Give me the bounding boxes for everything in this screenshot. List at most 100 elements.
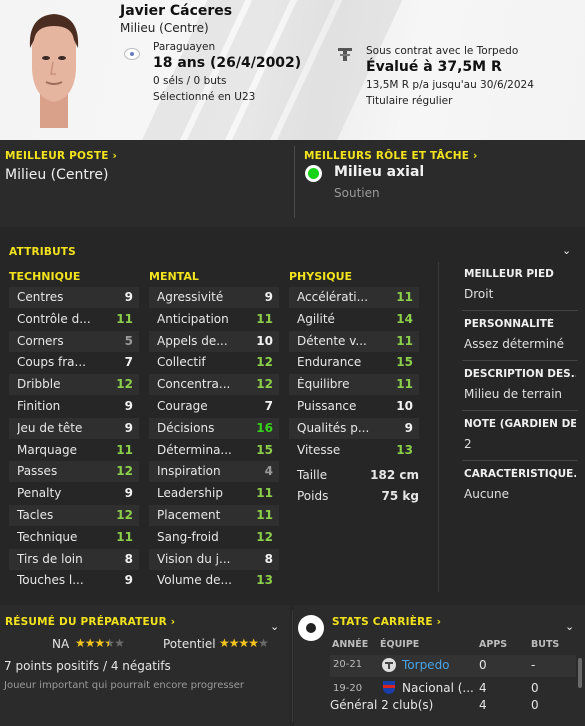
attribute-row[interactable]: Décisions 16 bbox=[149, 417, 279, 439]
career-total-goals: 0 bbox=[531, 698, 539, 712]
attribute-row[interactable]: Contrôle d... 11 bbox=[9, 309, 139, 330]
attribute-row[interactable]: Volume de... 13 bbox=[149, 570, 279, 591]
attribute-row[interactable]: Endurance 15 bbox=[289, 352, 419, 373]
attribute-row[interactable]: Sang-froid 12 bbox=[149, 527, 279, 548]
chevron-down-icon[interactable]: ⌄ bbox=[562, 244, 571, 257]
attribute-label: Équilibre bbox=[297, 377, 350, 392]
attribute-label: Coups fra... bbox=[17, 355, 86, 370]
report-note: Joueur important qui pourrait encore pro… bbox=[4, 680, 245, 691]
career-goals-header: BUTS bbox=[531, 639, 560, 650]
attribute-label: Touches l... bbox=[17, 573, 84, 588]
coach-report-title[interactable]: RÉSUMÉ DU PRÉPARATEUR › bbox=[5, 616, 175, 628]
attribute-row[interactable]: Inspiration 4 bbox=[149, 461, 279, 483]
current-ability-stars: ★★★★★ bbox=[75, 636, 125, 650]
torpedo-club-icon[interactable] bbox=[336, 46, 354, 64]
attribute-row[interactable]: Vitesse 13 bbox=[289, 440, 419, 461]
attribute-value: 12 bbox=[256, 529, 273, 544]
attribute-value: 9 bbox=[124, 420, 133, 435]
attribute-label: Centres bbox=[17, 290, 64, 304]
career-club-header: ÉQUIPE bbox=[380, 639, 420, 650]
chevron-right-icon: › bbox=[170, 616, 176, 628]
height-label: Taille bbox=[297, 468, 328, 482]
attribute-row[interactable]: Concentra... 12 bbox=[149, 374, 279, 396]
player-portrait bbox=[29, 14, 79, 128]
info-value: Aucune bbox=[464, 487, 510, 501]
attribute-row[interactable]: Détermina... 15 bbox=[149, 440, 279, 461]
attribute-label: Détente v... bbox=[297, 333, 367, 348]
attribute-row[interactable]: Passes 12 bbox=[9, 461, 139, 483]
attribute-row[interactable]: Tacles 12 bbox=[9, 505, 139, 526]
contract-club: Sous contrat avec le Torpedo bbox=[366, 45, 519, 57]
attribute-row[interactable]: Touches l... 9 bbox=[9, 570, 139, 591]
attribute-row[interactable]: Corners 5 bbox=[9, 330, 139, 352]
best-position-title[interactable]: MEILLEUR POSTE › bbox=[5, 150, 117, 162]
player-age: 18 ans (26/4/2002) bbox=[153, 55, 302, 71]
career-club[interactable]: Nacional (... bbox=[402, 681, 474, 695]
star-icon: ★ bbox=[104, 636, 115, 650]
star-icon: ★ bbox=[258, 636, 269, 650]
career-goals: - bbox=[531, 658, 536, 672]
attribute-value: 8 bbox=[264, 551, 273, 566]
attribute-row[interactable]: Équilibre 11 bbox=[289, 374, 419, 396]
career-apps: 0 bbox=[479, 658, 487, 672]
career-total-label: Général 2 club(s) bbox=[330, 698, 434, 712]
attribute-row[interactable]: Collectif 12 bbox=[149, 352, 279, 373]
attribute-value: 9 bbox=[124, 399, 133, 413]
attribute-row[interactable]: Vision du j... 8 bbox=[149, 548, 279, 570]
attribute-value: 11 bbox=[116, 529, 133, 544]
selection-status[interactable]: Sélectionné en U23 bbox=[153, 91, 255, 103]
attribute-row[interactable]: Leadership 11 bbox=[149, 483, 279, 504]
caps-goals: 0 séls / 0 buts bbox=[153, 75, 227, 87]
star-icon: ★ bbox=[248, 636, 259, 650]
attribute-row[interactable]: Placement 11 bbox=[149, 505, 279, 526]
divider bbox=[462, 360, 578, 361]
attribute-row[interactable]: Centres 9 bbox=[9, 287, 139, 308]
attribute-row[interactable]: Accélérati... 11 bbox=[289, 287, 419, 308]
star-icon: ★ bbox=[228, 636, 240, 650]
attribute-row[interactable]: Coups fra... 7 bbox=[9, 352, 139, 373]
attribute-row[interactable]: Penalty 9 bbox=[9, 483, 139, 504]
info-heading: NOTE (GARDIEN DE... bbox=[464, 418, 576, 430]
attribute-label: Tacles bbox=[17, 508, 54, 522]
career-year: 19-20 bbox=[333, 683, 363, 694]
height-value: 182 cm bbox=[370, 468, 419, 482]
chevron-right-icon: › bbox=[112, 150, 118, 162]
attribute-label: Leadership bbox=[157, 486, 223, 501]
best-role-title-text: MEILLEURS RÔLE ET TÂCHE bbox=[304, 150, 470, 162]
chevron-right-icon: › bbox=[473, 150, 478, 162]
attribute-value: 7 bbox=[124, 355, 133, 370]
attribute-row[interactable]: Jeu de tête 9 bbox=[9, 417, 139, 439]
attribute-row[interactable]: Détente v... 11 bbox=[289, 330, 419, 352]
wage-contract: 13,5M R p/a jusqu'au 30/6/2024 bbox=[366, 79, 534, 91]
attribute-row[interactable]: Anticipation 11 bbox=[149, 309, 279, 330]
star-icon: ★ bbox=[84, 636, 96, 650]
chevron-down-icon[interactable]: ⌄ bbox=[565, 620, 574, 633]
attribute-row[interactable]: Courage 7 bbox=[149, 396, 279, 417]
chevron-down-icon[interactable]: ⌄ bbox=[270, 620, 279, 633]
attribute-row[interactable]: Dribble 12 bbox=[9, 374, 139, 396]
attribute-label: Technique bbox=[17, 529, 78, 544]
attribute-row[interactable]: Agilité 14 bbox=[289, 309, 419, 330]
attribute-label: Concentra... bbox=[157, 377, 231, 392]
attribute-row[interactable]: Technique 11 bbox=[9, 527, 139, 548]
player-position: Milieu (Centre) bbox=[120, 21, 209, 35]
attribute-row[interactable]: Finition 9 bbox=[9, 396, 139, 417]
attribute-row[interactable]: Agressivité 9 bbox=[149, 287, 279, 308]
career-title-text: STATS CARRIÈRE bbox=[332, 616, 433, 628]
attribute-row[interactable]: Qualités p... 9 bbox=[289, 417, 419, 439]
attribute-value: 15 bbox=[396, 355, 413, 370]
career-title[interactable]: STATS CARRIÈRE › bbox=[332, 616, 441, 628]
attribute-label: Endurance bbox=[297, 355, 362, 370]
attribute-row[interactable]: Puissance 10 bbox=[289, 396, 419, 417]
attributes-title: ATTRIBUTS bbox=[9, 246, 76, 258]
info-value: Assez déterminé bbox=[464, 337, 565, 351]
attribute-value: 11 bbox=[396, 377, 413, 392]
attribute-row[interactable]: Appels de... 10 bbox=[149, 330, 279, 352]
scrollbar[interactable] bbox=[578, 658, 582, 688]
attribute-row[interactable]: Tirs de loin 8 bbox=[9, 548, 139, 570]
career-club-link[interactable]: Torpedo bbox=[402, 658, 450, 672]
attribute-label: Qualités p... bbox=[297, 420, 370, 435]
attribute-value: 9 bbox=[264, 290, 273, 304]
attribute-row[interactable]: Marquage 11 bbox=[9, 440, 139, 461]
best-role-title[interactable]: MEILLEURS RÔLE ET TÂCHE › bbox=[304, 150, 478, 162]
